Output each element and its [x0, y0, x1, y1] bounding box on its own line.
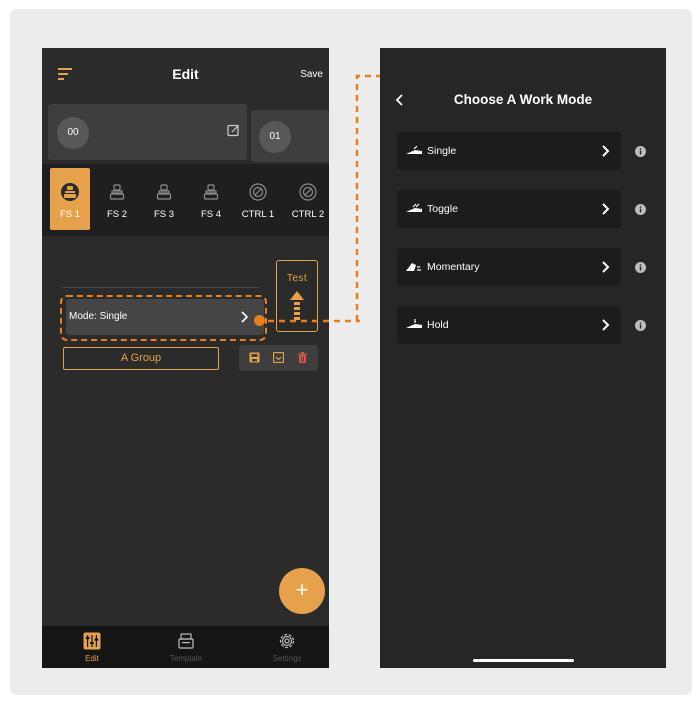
- footswitch-icon: [61, 183, 79, 201]
- footswitch-icon: [156, 184, 172, 200]
- footswitch-fs2[interactable]: FS 2: [97, 168, 137, 230]
- mode-option-toggle[interactable]: Toggle: [397, 190, 621, 228]
- group-button[interactable]: A Group: [63, 347, 219, 370]
- preset-number: 00: [57, 117, 89, 149]
- chevron-right-icon: [602, 261, 610, 273]
- tab-label: Settings: [272, 654, 302, 663]
- info-icon[interactable]: [635, 146, 646, 157]
- mode-label: Momentary: [427, 261, 480, 273]
- chevron-right-icon: [241, 311, 249, 323]
- tab-label: Edit: [85, 654, 99, 663]
- footswitch-fs4[interactable]: FS 4: [191, 168, 231, 230]
- hold-mode-icon: [406, 319, 422, 328]
- tab-bar: Edit Template Settings: [42, 626, 329, 668]
- work-mode-screen: Choose A Work Mode Single Toggle Momenta…: [380, 48, 666, 668]
- footswitch-label: FS 2: [106, 209, 128, 220]
- momentary-mode-icon: [406, 263, 421, 271]
- chevron-right-icon: [602, 145, 610, 157]
- chevron-right-icon: [602, 319, 610, 331]
- footswitch-icon: [109, 184, 125, 200]
- knob-icon: [299, 183, 317, 201]
- highlight-dot: [254, 315, 265, 326]
- sliders-icon: [83, 632, 101, 650]
- divider: [62, 287, 259, 288]
- mode-option-momentary[interactable]: Momentary: [397, 248, 621, 286]
- footswitch-ctrl1[interactable]: CTRL 1: [238, 168, 278, 230]
- footswitch-fs1[interactable]: FS 1: [50, 168, 90, 230]
- home-indicator: [473, 659, 574, 662]
- test-label: Test: [286, 273, 308, 284]
- save-button[interactable]: Save: [300, 69, 323, 80]
- test-button[interactable]: Test: [276, 260, 318, 332]
- work-mode-row[interactable]: Mode: Single: [66, 299, 264, 335]
- info-icon[interactable]: [635, 262, 646, 273]
- page-title: Choose A Work Mode: [453, 92, 593, 107]
- footswitch-label: CTRL 2: [291, 209, 325, 220]
- footswitch-ctrl2[interactable]: CTRL 2: [288, 168, 328, 230]
- preset-card-01[interactable]: 01: [251, 110, 329, 162]
- arrow-up-icon: [290, 291, 304, 320]
- tab-settings[interactable]: Settings: [257, 626, 317, 668]
- edit-header: Edit Save: [42, 48, 329, 102]
- chevron-right-icon: [602, 203, 610, 215]
- import-icon[interactable]: [273, 352, 284, 363]
- footswitch-label: FS 3: [153, 209, 175, 220]
- edit-screen: Edit Save 00 01 FS 1 FS 2 FS 3 FS 4 CTRL…: [42, 48, 329, 668]
- footswitch-icon: [203, 184, 219, 200]
- mode-label: Hold: [427, 319, 449, 331]
- footswitch-label: FS 4: [200, 209, 222, 220]
- info-icon[interactable]: [635, 320, 646, 331]
- single-mode-icon: [406, 145, 422, 154]
- footswitch-fs3[interactable]: FS 3: [144, 168, 184, 230]
- mode-option-single[interactable]: Single: [397, 132, 621, 170]
- gear-icon: [279, 633, 295, 649]
- preset-actions: [239, 345, 318, 371]
- knob-icon: [249, 183, 267, 201]
- template-icon: [178, 633, 194, 649]
- tab-edit[interactable]: Edit: [62, 626, 122, 668]
- footswitch-label: FS 1: [59, 209, 81, 220]
- tab-label: Template: [169, 654, 203, 663]
- edit-icon[interactable]: [227, 124, 240, 137]
- preset-number: 01: [259, 121, 291, 153]
- mode-label: Single: [427, 145, 457, 157]
- trash-icon[interactable]: [297, 352, 308, 363]
- preset-card-00[interactable]: 00: [48, 104, 247, 160]
- page-title: Edit: [172, 66, 199, 82]
- mode-option-hold[interactable]: Hold: [397, 306, 621, 344]
- footswitch-selector: FS 1 FS 2 FS 3 FS 4 CTRL 1 CTRL 2: [42, 164, 329, 236]
- add-button[interactable]: +: [279, 568, 325, 614]
- work-mode-label: Mode: Single: [69, 311, 128, 322]
- save-preset-icon[interactable]: [249, 352, 260, 363]
- footswitch-label: CTRL 1: [241, 209, 275, 220]
- tab-template[interactable]: Template: [156, 626, 216, 668]
- toggle-mode-icon: [406, 203, 422, 212]
- mode-label: Toggle: [427, 203, 458, 215]
- info-icon[interactable]: [635, 204, 646, 215]
